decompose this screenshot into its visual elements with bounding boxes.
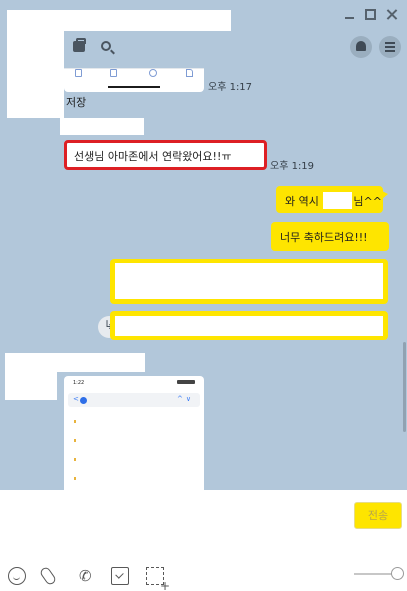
redacted-title <box>7 10 231 31</box>
redacted-message-content <box>115 263 383 299</box>
wow-text-start: 와 역시 <box>285 195 319 208</box>
list-markers <box>74 420 76 480</box>
doc-icon <box>75 69 82 77</box>
arrow-icons: ^∨ <box>177 395 194 403</box>
message-time: 오후 1:17 <box>208 82 253 93</box>
congrats-text: 너무 축하드려요!!! <box>280 231 368 244</box>
congrats-message-bubble[interactable]: 너무 축하드려요!!! <box>271 222 389 251</box>
wow-message-bubble[interactable]: 와 역시 님^^ <box>276 186 388 213</box>
close-button[interactable] <box>386 9 397 20</box>
redacted-sender-name <box>60 118 144 135</box>
window-controls <box>344 9 397 20</box>
menu-icon[interactable] <box>379 36 401 58</box>
battery-icon <box>177 380 195 384</box>
active-indicator <box>108 86 160 88</box>
capture-icon[interactable] <box>146 567 170 591</box>
folder-icon <box>110 69 117 77</box>
teacher-message-bubble[interactable]: 선생님 아마존에서 연락왔어요!!ㅠ <box>64 140 267 170</box>
chat-area: 오후 1:17 저장 선생님 아마존에서 연락왔어요!!ㅠ 오후 1:19 와 … <box>0 0 407 490</box>
maximize-button[interactable] <box>365 9 376 20</box>
phone-icon[interactable]: ✆ <box>79 567 97 585</box>
emoji-icon[interactable] <box>8 567 26 585</box>
info-icon <box>80 397 87 404</box>
message-time: 오후 1:19 <box>270 161 315 172</box>
image-attachment[interactable]: 1:22 < ^∨ <box>64 376 204 490</box>
phone-nav-bar: < ^∨ <box>68 393 200 407</box>
redacted-reply-content <box>115 316 383 336</box>
status-time: 1:22 <box>73 380 85 386</box>
link-preview-card[interactable] <box>64 68 204 92</box>
calendar-icon[interactable] <box>111 567 129 585</box>
back-icon: < <box>73 395 79 403</box>
wow-text-end: 님^^ <box>353 195 382 208</box>
scrollbar[interactable] <box>403 342 406 432</box>
slider-thumb[interactable] <box>391 567 404 580</box>
redacted-profile <box>5 372 57 400</box>
edit-icon <box>186 69 193 77</box>
redacted-sender-name <box>5 353 145 372</box>
save-text: 저장 <box>66 96 87 109</box>
send-button[interactable]: 전송 <box>354 502 402 529</box>
share-icon <box>149 69 157 77</box>
teacher-message-text: 선생님 아마존에서 연락왔어요!!ㅠ <box>74 150 232 163</box>
redacted-profile-lower <box>7 68 64 118</box>
search-icon[interactable] <box>101 41 111 51</box>
redacted-profile <box>7 31 64 68</box>
redacted-message-bubble[interactable] <box>110 259 388 304</box>
message-input-area[interactable] <box>0 490 407 591</box>
minimize-button[interactable] <box>344 9 355 20</box>
redacted-reply-bubble[interactable] <box>110 311 388 340</box>
redacted-name <box>323 192 353 209</box>
bag-icon[interactable] <box>73 38 86 52</box>
bell-icon[interactable] <box>350 36 372 58</box>
